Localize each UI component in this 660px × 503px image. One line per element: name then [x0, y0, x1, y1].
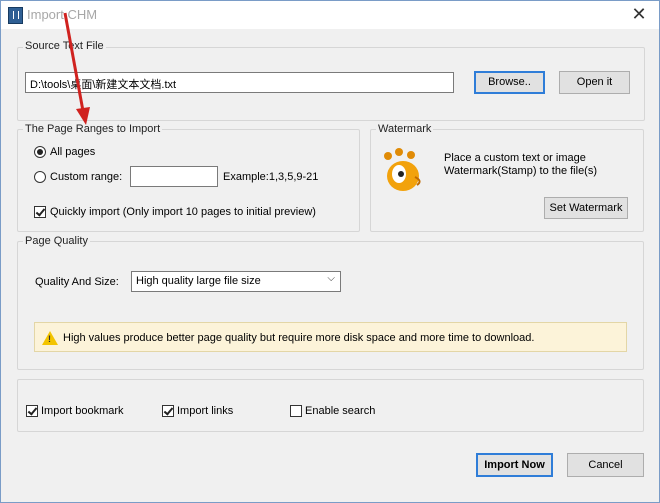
custom-range-example: Example:1,3,5,9-21	[223, 171, 319, 183]
warning-icon: !	[42, 331, 58, 345]
watermark-line2: Watermark(Stamp) to the file(s)	[444, 165, 598, 177]
close-icon[interactable]: ✕	[631, 5, 647, 23]
set-watermark-button[interactable]: Set Watermark	[544, 197, 628, 219]
quality-selected-value: High quality large file size	[136, 275, 261, 287]
quick-import-label: Quickly import (Only import 10 pages to …	[50, 206, 316, 218]
app-icon	[8, 7, 23, 24]
enable-search-label: Enable search	[305, 405, 376, 417]
import-bookmark-label: Import bookmark	[41, 405, 124, 417]
title-bar: Import CHM ✕	[1, 1, 659, 29]
import-links-checkbox[interactable]	[162, 405, 174, 417]
import-links-label: Import links	[177, 405, 234, 417]
import-chm-dialog: Import CHM ✕ Source Text File D:\tools\桌…	[0, 0, 660, 503]
quality-select[interactable]: High quality large file size ⌵	[131, 271, 341, 292]
open-it-button[interactable]: Open it	[559, 71, 630, 94]
quality-warning: ! High values produce better page qualit…	[34, 322, 627, 352]
import-now-button[interactable]: Import Now	[476, 453, 553, 477]
watermark-line1: Place a custom text or image	[444, 152, 586, 164]
page-quality-label: Page Quality	[23, 235, 90, 247]
watermark-label: Watermark	[376, 123, 434, 135]
all-pages-radio[interactable]	[34, 146, 46, 158]
all-pages-label: All pages	[50, 146, 96, 158]
browse-button[interactable]: Browse..	[474, 71, 545, 94]
enable-search-checkbox[interactable]	[290, 405, 302, 417]
custom-range-radio[interactable]	[34, 171, 46, 183]
cancel-button[interactable]: Cancel	[567, 453, 644, 477]
import-bookmark-checkbox[interactable]	[26, 405, 38, 417]
custom-range-input[interactable]	[130, 166, 218, 187]
annotation-arrow	[63, 12, 90, 125]
quick-import-checkbox[interactable]	[34, 206, 46, 218]
gimp-mascot-icon	[384, 148, 421, 191]
chevron-down-icon: ⌵	[327, 273, 335, 284]
quality-warning-text: High values produce better page quality …	[63, 332, 535, 344]
quality-field-label: Quality And Size:	[35, 276, 119, 288]
custom-range-label: Custom range:	[50, 171, 123, 183]
